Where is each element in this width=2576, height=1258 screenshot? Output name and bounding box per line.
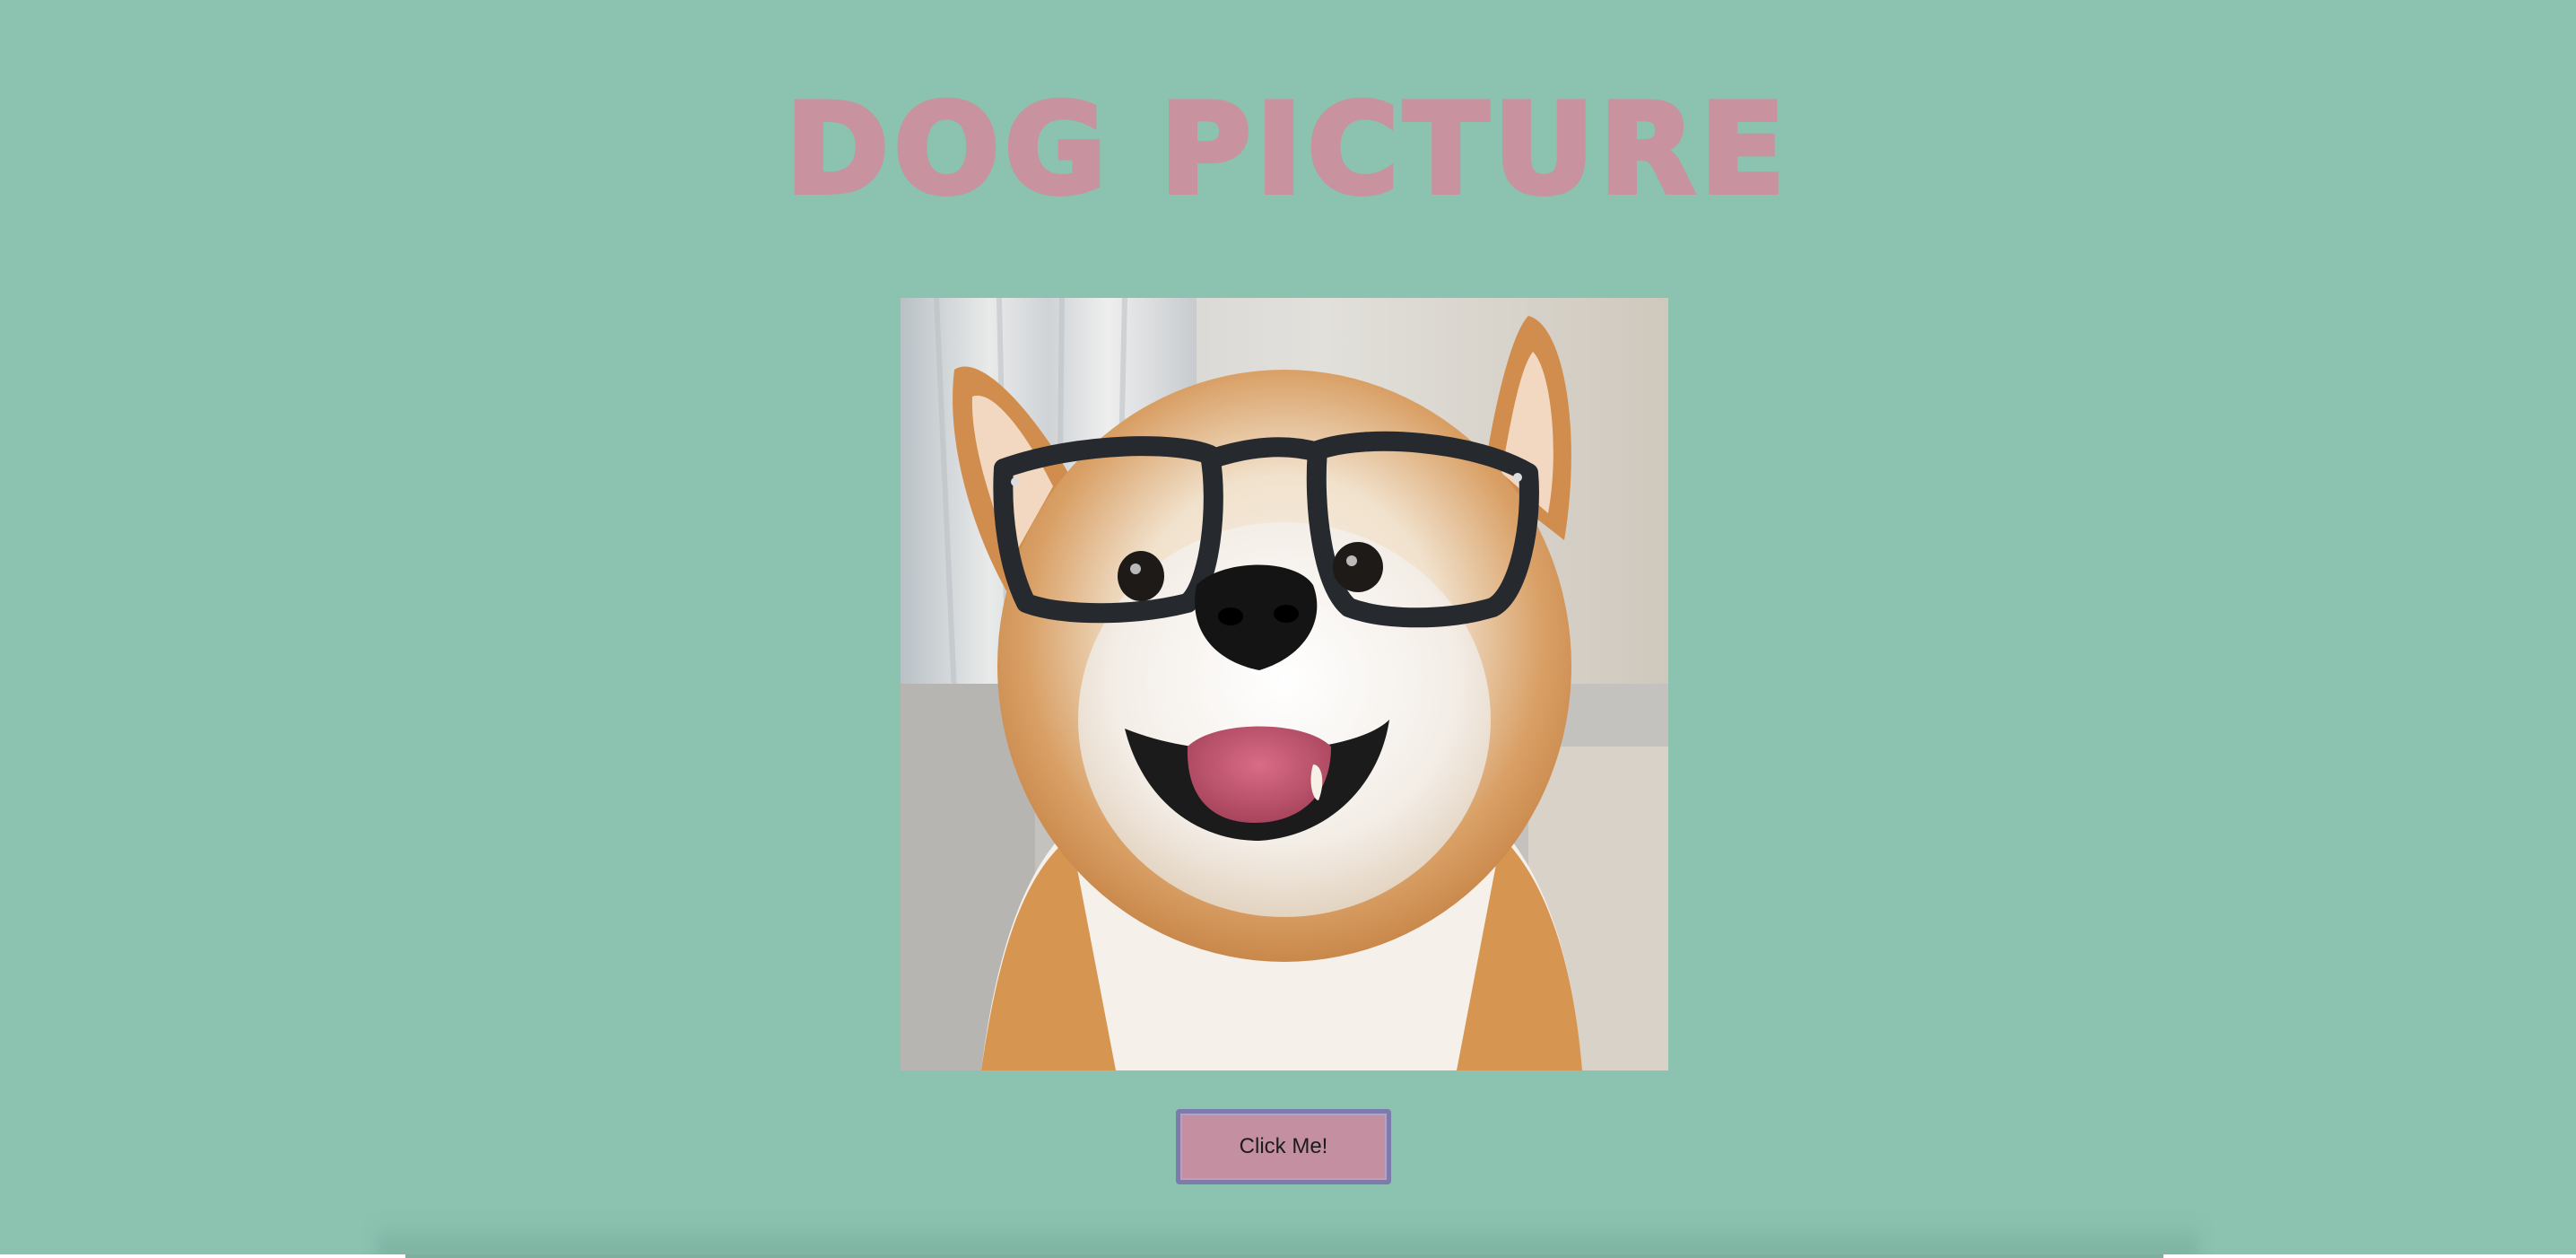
bottom-edge-center [405,1254,2163,1258]
page-background: DOG PICTURE Click Me! [0,0,2576,1258]
page-title: DOG PICTURE [783,77,1790,222]
bottom-shadow [377,1220,2199,1258]
click-me-button[interactable]: Click Me! [1176,1109,1391,1184]
dog-photo [901,298,1668,1070]
dog-photo-illustration [901,298,1668,1070]
